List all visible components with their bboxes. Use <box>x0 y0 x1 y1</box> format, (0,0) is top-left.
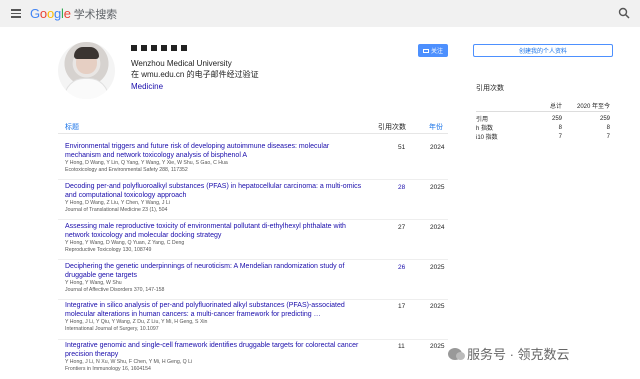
article-authors: Y Hong, J Li, N Xu, W Shu, F Chen, Y Mi,… <box>65 359 193 365</box>
article-title[interactable]: Environmental triggers and future risk o… <box>65 143 365 160</box>
article-cites[interactable]: 51 <box>398 144 405 151</box>
article-venue: Frontiers in Immunology 16, 1604154 <box>65 366 151 372</box>
citations-row-all: 7 <box>558 133 562 140</box>
article-cites[interactable]: 11 <box>398 343 405 350</box>
article-year: 2025 <box>430 343 445 350</box>
citations-header-row: 总计 2020 年至今 <box>476 101 610 110</box>
verified-email: 在 wmu.edu.cn 的电子邮件经过验证 <box>131 70 259 79</box>
divider <box>58 219 448 220</box>
divider <box>476 111 610 112</box>
top-bar: Google 学术搜索 <box>0 0 640 27</box>
citations-title: 引用次数 <box>476 85 504 92</box>
citations-row-label: 引用 <box>476 117 489 123</box>
citations-row: h 指数 8 8 <box>476 123 610 133</box>
articles-table-header: 标题 引用次数 年份 <box>58 118 448 134</box>
divider <box>58 299 448 300</box>
citations-row-since: 8 <box>606 124 610 131</box>
article-venue: Journal of Translational Medicine 23 (1)… <box>65 207 168 213</box>
divider <box>58 339 448 340</box>
article-title[interactable]: Integrative in silico analysis of per-an… <box>65 302 365 319</box>
article-venue: Reproductive Toxicology 130, 108749 <box>65 247 152 253</box>
logo-subtitle: 学术搜索 <box>73 8 117 21</box>
citations-col-all: 总计 <box>549 104 562 110</box>
sort-by-title[interactable]: 标题 <box>65 122 79 132</box>
watermark-text: 服务号 · 领克数云 <box>467 347 570 362</box>
article-year: 2025 <box>430 184 445 191</box>
citations-row-all: 8 <box>558 124 562 131</box>
divider <box>58 259 448 260</box>
avatar <box>58 42 115 99</box>
article-row: Integrative genomic and single-cell fram… <box>58 342 448 378</box>
article-authors: Y Hong, D Wang, Y Lin, Q Yang, Y Wang, Y… <box>65 160 228 166</box>
article-venue: Ecotoxicology and Environmental Safety 2… <box>65 167 188 173</box>
watermark: 服务号 · 领克数云 <box>448 344 570 363</box>
article-title[interactable]: Deciphering the genetic underpinnings of… <box>65 263 365 280</box>
divider <box>58 179 448 180</box>
article-year: 2024 <box>430 224 445 231</box>
citations-row: i10 指数 7 7 <box>476 132 610 142</box>
article-year: 2025 <box>430 264 445 271</box>
follow-button[interactable]: 关注 <box>418 44 448 57</box>
article-year: 2025 <box>430 303 445 310</box>
article-venue: Journal of Affective Disorders 370, 147-… <box>65 287 165 293</box>
article-venue: International Journal of Surgery, 10.109… <box>65 326 159 332</box>
article-authors: Y Hong, Y Wang, W Shu <box>65 280 122 286</box>
create-profile-button[interactable]: 创建我的个人资料 <box>473 44 613 57</box>
article-row: Environmental triggers and future risk o… <box>58 143 448 179</box>
sort-by-cites[interactable]: 引用次数 <box>378 122 406 132</box>
menu-icon[interactable] <box>4 2 28 26</box>
research-field-link[interactable]: Medicine <box>131 82 163 91</box>
follow-label: 关注 <box>430 49 443 55</box>
envelope-icon <box>422 48 429 53</box>
article-title[interactable]: Integrative genomic and single-cell fram… <box>65 342 365 359</box>
sort-by-year[interactable]: 年份 <box>429 122 443 132</box>
article-year: 2024 <box>430 144 445 151</box>
article-row: Integrative in silico analysis of per-an… <box>58 302 448 338</box>
article-title[interactable]: Assessing male reproductive toxicity of … <box>65 223 365 240</box>
citations-row-label: h 指数 <box>476 126 494 132</box>
affiliation: Wenzhou Medical University <box>131 59 232 68</box>
citations-row-label: i10 指数 <box>476 135 498 141</box>
article-cites[interactable]: 28 <box>398 184 405 191</box>
article-authors: Y Hong, Y Wang, D Wang, Q Yuan, Z Yang, … <box>65 240 185 246</box>
citations-row-all: 259 <box>551 115 562 122</box>
redacted-name <box>131 44 211 52</box>
citations-col-since: 2020 年至今 <box>576 104 610 110</box>
article-cites[interactable]: 26 <box>398 264 405 271</box>
article-row: Decoding per-and polyfluoroalkyl substan… <box>58 183 448 219</box>
article-cites[interactable]: 17 <box>398 303 405 310</box>
citations-row-since: 259 <box>599 115 610 122</box>
citations-row-since: 7 <box>606 133 610 140</box>
article-cites[interactable]: 27 <box>398 224 405 231</box>
citations-table: 总计 2020 年至今 引用 259 259 h 指数 8 8 i10 指数 7… <box>476 101 610 141</box>
article-title[interactable]: Decoding per-and polyfluoroalkyl substan… <box>65 183 365 200</box>
article-row: Deciphering the genetic underpinnings of… <box>58 263 448 299</box>
wechat-icon <box>448 347 465 360</box>
article-authors: Y Hong, J Li, Y Qiu, Y Wang, Z Du, Z Liu… <box>65 319 208 325</box>
citations-row: 引用 259 259 <box>476 114 610 124</box>
search-icon[interactable] <box>618 7 630 19</box>
article-row: Assessing male reproductive toxicity of … <box>58 223 448 259</box>
article-authors: Y Hong, D Wang, Z Liu, Y Chen, Y Wang, J… <box>65 200 170 206</box>
google-scholar-logo[interactable]: Google 学术搜索 <box>30 6 117 22</box>
